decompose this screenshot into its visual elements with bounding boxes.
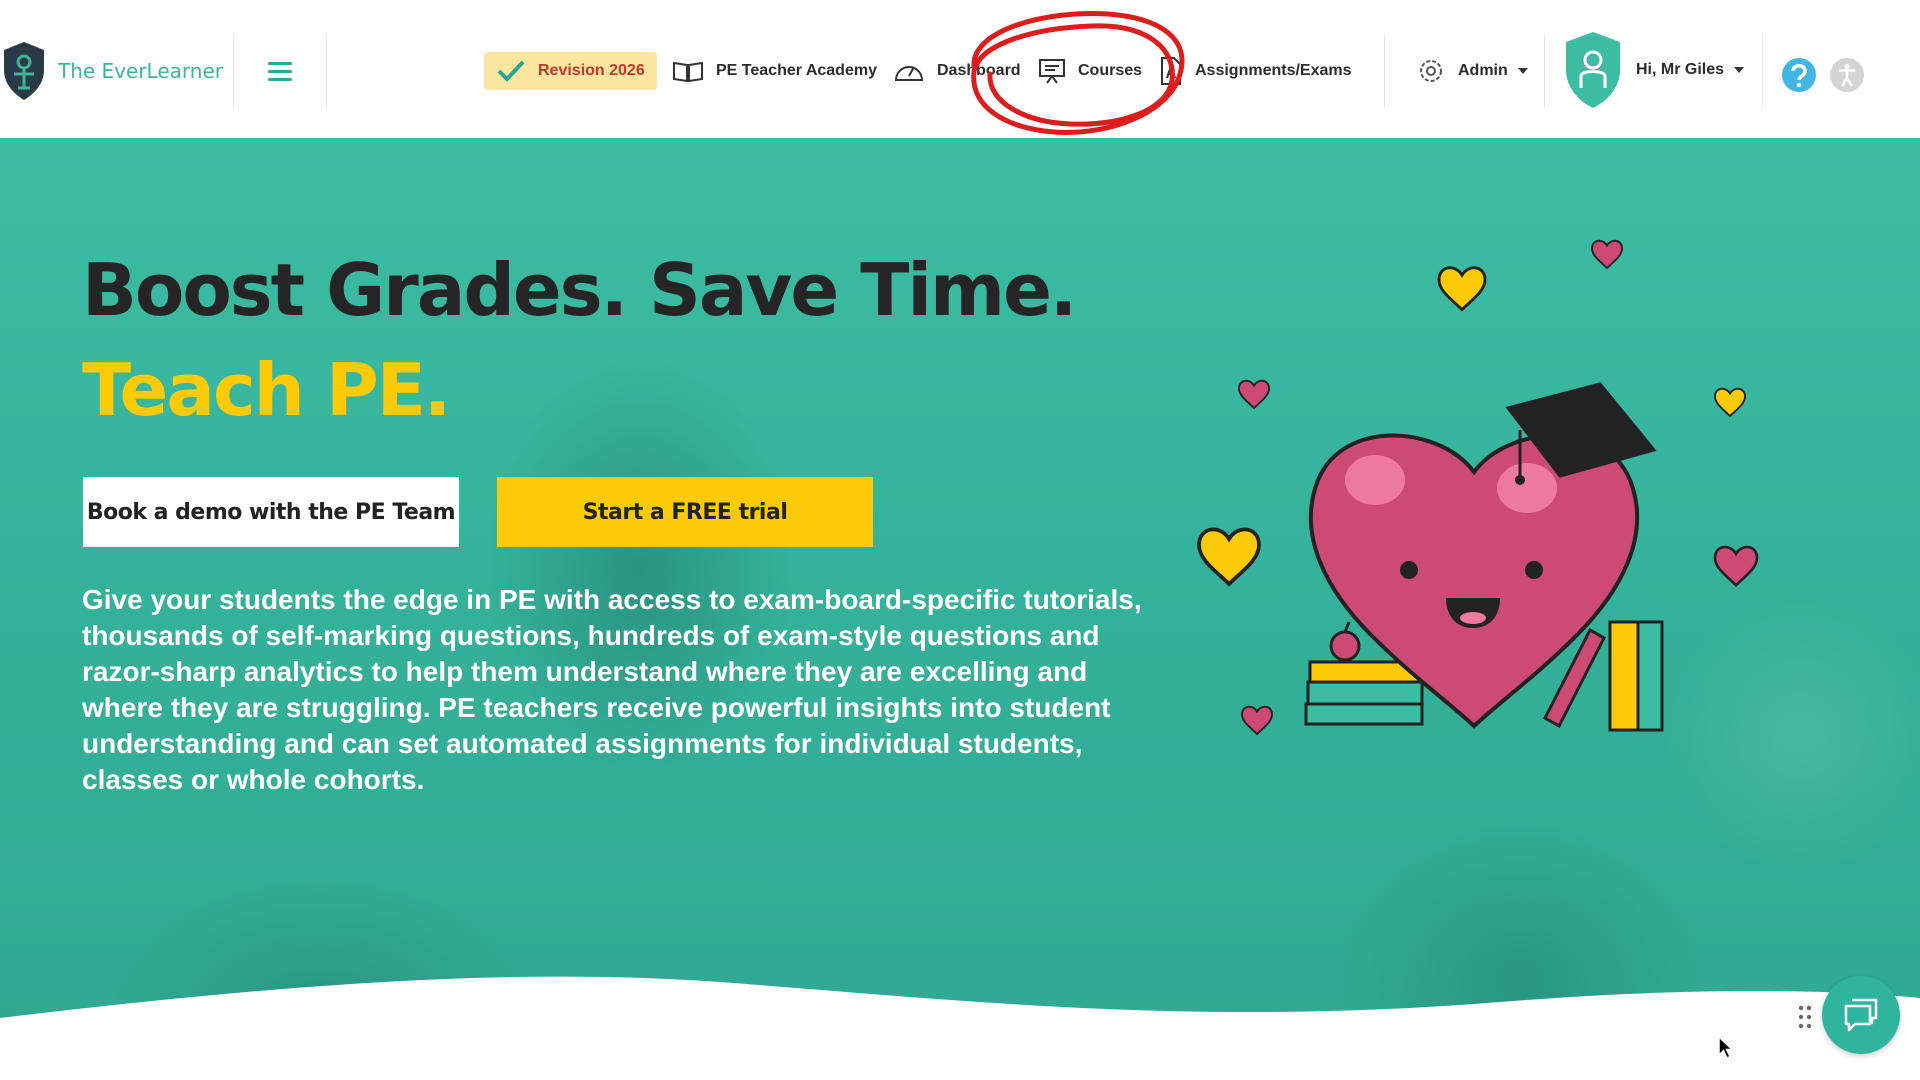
bottom-wave-divider <box>0 976 1920 1080</box>
small-heart-icon <box>1197 527 1261 586</box>
nav-divider <box>1762 34 1763 108</box>
nav-divider <box>1544 34 1545 108</box>
heart-mascot-illustration <box>1197 239 1759 735</box>
small-heart-icon <box>1241 705 1273 735</box>
gear-icon <box>1420 60 1442 82</box>
nav-divider <box>326 34 327 108</box>
small-heart-icon <box>1591 239 1623 269</box>
small-heart-icon <box>1437 266 1487 312</box>
nav-divider <box>233 34 234 108</box>
brand-logo[interactable]: The EverLearner <box>0 40 223 102</box>
nav-divider <box>1384 34 1385 108</box>
nav-assignments-label: Assignments/Exams <box>1195 62 1352 79</box>
nav-admin-dropdown[interactable]: Admin <box>1416 52 1528 90</box>
hamburger-menu-icon[interactable] <box>268 62 292 82</box>
teacher-shield-avatar <box>1566 32 1620 108</box>
checkmark-icon <box>497 60 525 82</box>
chevron-down-icon <box>1517 68 1528 74</box>
chat-bubbles-icon <box>1844 998 1878 1032</box>
hero-subhead: Teach PE. <box>82 348 451 432</box>
user-menu-dropdown[interactable]: Hi, Mr Giles <box>1562 30 1745 110</box>
chat-button[interactable] <box>1822 976 1900 1054</box>
drag-handle-icon[interactable] <box>1798 1005 1812 1029</box>
top-navigation-bar: The EverLearner Revision 2026 PE Teacher… <box>0 0 1920 138</box>
nav-pe-teacher-academy[interactable]: PE Teacher Academy <box>672 52 877 90</box>
small-heart-icon <box>1714 387 1746 417</box>
open-book-icon <box>673 61 703 83</box>
nav-revision-button[interactable]: Revision 2026 <box>484 52 657 90</box>
small-heart-icon <box>1238 379 1270 409</box>
user-greeting: Hi, Mr Giles <box>1636 61 1725 78</box>
hero-headline: Boost Grades. Save Time. <box>82 248 1077 332</box>
speedometer-icon <box>894 66 924 81</box>
small-heart-icon <box>1713 545 1759 587</box>
nav-revision-label: Revision 2026 <box>538 62 645 79</box>
brand-name: The EverLearner <box>58 59 223 83</box>
accessibility-person-icon[interactable] <box>1830 58 1864 92</box>
nav-admin-label: Admin <box>1458 62 1508 79</box>
book-demo-button[interactable]: Book a demo with the PE Team <box>83 477 459 547</box>
start-free-trial-button[interactable]: Start a FREE trial <box>497 477 873 547</box>
question-mark-icon[interactable] <box>1782 58 1816 92</box>
red-annotation-circle <box>971 11 1185 135</box>
chevron-down-icon <box>1734 67 1745 73</box>
hero-section: Boost Grades. Save Time. Teach PE. Book … <box>0 138 1920 1080</box>
nav-academy-label: PE Teacher Academy <box>716 62 877 79</box>
mouse-cursor-icon <box>1718 1036 1734 1060</box>
hero-description: Give your students the edge in PE with a… <box>82 584 1142 795</box>
everlearner-shield-logo <box>4 42 44 100</box>
